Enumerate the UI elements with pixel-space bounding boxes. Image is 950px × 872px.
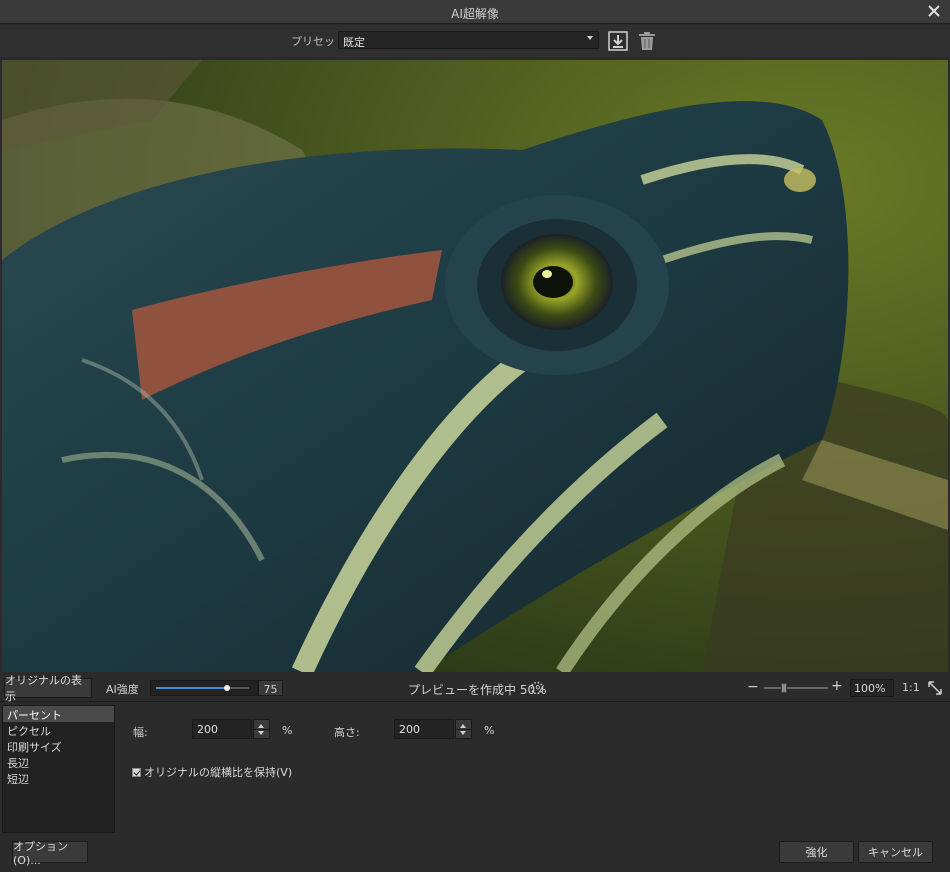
- width-input[interactable]: 200: [192, 719, 252, 739]
- height-input[interactable]: 200: [394, 719, 454, 739]
- width-stepper[interactable]: [253, 719, 270, 739]
- window-title: AI超解像: [451, 7, 499, 21]
- cancel-button[interactable]: キャンセル: [858, 841, 933, 863]
- preset-dropdown[interactable]: 既定: [338, 31, 599, 49]
- keep-aspect-row[interactable]: オリジナルの縦横比を保持(V): [132, 764, 292, 780]
- width-unit: %: [282, 724, 293, 737]
- stepper-divider: [456, 729, 471, 730]
- zoom-value-field[interactable]: 100%: [850, 679, 894, 697]
- ai-strength-slider[interactable]: [150, 680, 258, 696]
- width-label: 幅:: [133, 726, 148, 739]
- unit-item-long-side[interactable]: 長辺: [3, 754, 114, 770]
- height-stepper[interactable]: [455, 719, 472, 739]
- preset-selected-value: 既定: [343, 36, 365, 49]
- size-settings-panel: 幅: 200 % 高さ: 200 % オリジナルの縦横比を保持(V): [116, 705, 948, 833]
- zoom-in-icon[interactable]: +: [831, 678, 843, 694]
- unit-item-print-size[interactable]: 印刷サイズ: [3, 738, 114, 754]
- close-icon[interactable]: [926, 3, 942, 19]
- keep-aspect-label[interactable]: オリジナルの縦横比を保持(V): [144, 764, 292, 780]
- unit-item-short-side[interactable]: 短辺: [3, 770, 114, 786]
- zoom-out-icon[interactable]: −: [747, 679, 759, 695]
- chevron-down-icon: [587, 36, 593, 40]
- slider-thumb[interactable]: [224, 685, 230, 691]
- ai-strength-value[interactable]: 75: [258, 680, 283, 696]
- enhance-button[interactable]: 強化: [779, 841, 854, 863]
- unit-item-pixel[interactable]: ピクセル: [3, 722, 114, 738]
- stepper-up-icon[interactable]: [460, 724, 466, 728]
- show-original-button[interactable]: オリジナルの表示: [4, 674, 92, 703]
- dialog-footer: オプション(O)... 強化 キャンセル: [0, 834, 950, 872]
- preset-bar: プリセット 既定: [0, 25, 950, 57]
- ai-strength-label: AI強度: [106, 683, 139, 696]
- zoom-one-to-one-button[interactable]: 1:1: [902, 681, 920, 694]
- turtle-preview-image: [2, 60, 948, 672]
- stepper-divider: [254, 729, 269, 730]
- title-bar: AI超解像: [0, 0, 950, 24]
- stepper-down-icon[interactable]: [258, 731, 264, 735]
- zoom-rail: [764, 687, 828, 689]
- height-label: 高さ:: [334, 726, 360, 739]
- stepper-up-icon[interactable]: [258, 724, 264, 728]
- zoom-slider[interactable]: [764, 683, 828, 693]
- preview-control-bar: オリジナルの表示 AI強度 75 プレビューを作成中 50% − + 100% …: [0, 674, 950, 703]
- height-unit: %: [484, 724, 495, 737]
- trash-icon[interactable]: [636, 30, 658, 52]
- unit-list: パーセント ピクセル 印刷サイズ 長辺 短辺: [2, 705, 115, 833]
- options-button[interactable]: オプション(O)...: [12, 840, 88, 867]
- expand-icon[interactable]: [927, 680, 943, 696]
- unit-item-percent[interactable]: パーセント: [3, 706, 114, 722]
- stepper-down-icon[interactable]: [460, 731, 466, 735]
- loading-spinner-icon: [530, 681, 544, 695]
- slider-fill: [156, 687, 227, 689]
- preview-status-text: プレビューを作成中 50%: [408, 683, 547, 697]
- download-save-icon[interactable]: [607, 30, 629, 52]
- keep-aspect-checkbox[interactable]: [132, 767, 141, 777]
- zoom-slider-thumb[interactable]: [781, 683, 787, 693]
- preview-image[interactable]: [2, 60, 948, 672]
